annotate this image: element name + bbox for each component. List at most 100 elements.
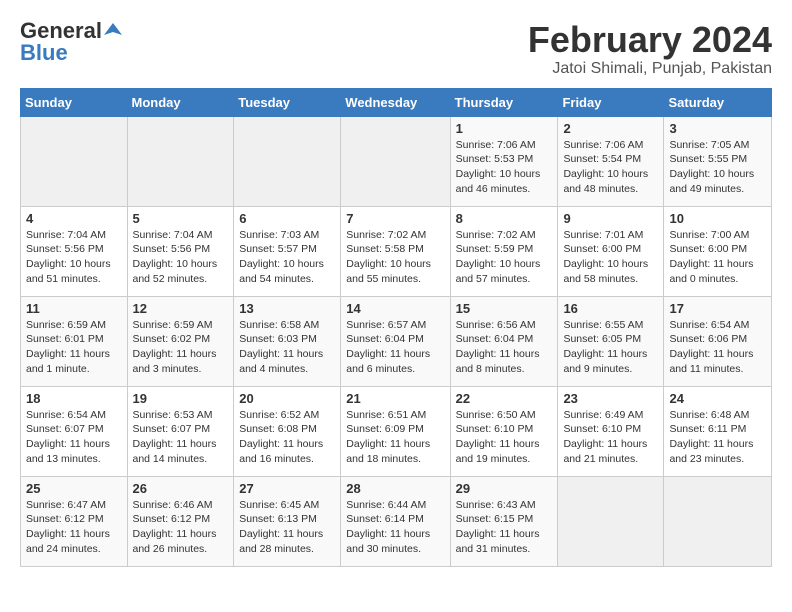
calendar-cell: 18 Sunrise: 6:54 AM Sunset: 6:07 PM Dayli… [21, 386, 128, 476]
calendar-cell [127, 116, 234, 206]
logo-general-text: General [20, 20, 102, 42]
day-info: Sunrise: 7:06 AM Sunset: 5:53 PM Dayligh… [456, 138, 553, 197]
day-info: Sunrise: 6:54 AM Sunset: 6:07 PM Dayligh… [26, 408, 122, 467]
calendar-cell: 9Sunrise: 7:01 AM Sunset: 6:00 PM Daylig… [558, 206, 664, 296]
calendar-week-row: 25 Sunrise: 6:47 AM Sunset: 6:12 PM Dayli… [21, 476, 772, 566]
calendar-cell: 21Sunrise: 6:51 AM Sunset: 6:09 PM Dayli… [341, 386, 450, 476]
day-info: Sunrise: 6:45 AM Sunset: 6:13 PM Dayligh… [239, 498, 335, 557]
day-info: Sunrise: 6:58 AM Sunset: 6:03 PM Dayligh… [239, 318, 335, 377]
day-number: 15 [456, 301, 553, 316]
day-info: Sunrise: 6:49 AM Sunset: 6:10 PM Dayligh… [563, 408, 658, 467]
day-info: Sunrise: 6:47 AM Sunset: 6:12 PM Dayligh… [26, 498, 122, 557]
day-number: 2 [563, 121, 658, 136]
logo: General Blue [20, 20, 122, 64]
calendar-cell: 20Sunrise: 6:52 AM Sunset: 6:08 PM Dayli… [234, 386, 341, 476]
calendar-cell [341, 116, 450, 206]
day-info: Sunrise: 7:04 AM Sunset: 5:56 PM Dayligh… [26, 228, 122, 287]
day-number: 13 [239, 301, 335, 316]
day-number: 18 [26, 391, 122, 406]
calendar-cell: 29Sunrise: 6:43 AM Sunset: 6:15 PM Dayli… [450, 476, 558, 566]
calendar-cell [664, 476, 772, 566]
day-number: 22 [456, 391, 553, 406]
page-header: General Blue February 2024 Jatoi Shimali… [20, 20, 772, 78]
title-section: February 2024 Jatoi Shimali, Punjab, Pak… [528, 20, 772, 78]
day-number: 28 [346, 481, 444, 496]
day-info: Sunrise: 6:46 AM Sunset: 6:12 PM Dayligh… [133, 498, 229, 557]
calendar-cell: 12Sunrise: 6:59 AM Sunset: 6:02 PM Dayli… [127, 296, 234, 386]
calendar-cell: 28 Sunrise: 6:44 AM Sunset: 6:14 PM Dayli… [341, 476, 450, 566]
calendar-cell: 23Sunrise: 6:49 AM Sunset: 6:10 PM Dayli… [558, 386, 664, 476]
day-number: 12 [133, 301, 229, 316]
logo-bird-icon [104, 21, 122, 39]
day-info: Sunrise: 6:59 AM Sunset: 6:01 PM Dayligh… [26, 318, 122, 377]
day-info: Sunrise: 7:04 AM Sunset: 5:56 PM Dayligh… [133, 228, 229, 287]
calendar-table: SundayMondayTuesdayWednesdayThursdayFrid… [20, 88, 772, 567]
day-info: Sunrise: 6:53 AM Sunset: 6:07 PM Dayligh… [133, 408, 229, 467]
calendar-cell [558, 476, 664, 566]
calendar-cell: 7 Sunrise: 7:02 AM Sunset: 5:58 PM Daylig… [341, 206, 450, 296]
calendar-cell: 13 Sunrise: 6:58 AM Sunset: 6:03 PM Dayli… [234, 296, 341, 386]
day-info: Sunrise: 7:03 AM Sunset: 5:57 PM Dayligh… [239, 228, 335, 287]
day-number: 14 [346, 301, 444, 316]
day-number: 25 [26, 481, 122, 496]
calendar-cell: 3 Sunrise: 7:05 AM Sunset: 5:55 PM Daylig… [664, 116, 772, 206]
calendar-cell: 4 Sunrise: 7:04 AM Sunset: 5:56 PM Daylig… [21, 206, 128, 296]
day-info: Sunrise: 6:44 AM Sunset: 6:14 PM Dayligh… [346, 498, 444, 557]
weekday-header-friday: Friday [558, 88, 664, 116]
day-info: Sunrise: 6:48 AM Sunset: 6:11 PM Dayligh… [669, 408, 766, 467]
calendar-cell: 2 Sunrise: 7:06 AM Sunset: 5:54 PM Daylig… [558, 116, 664, 206]
day-number: 8 [456, 211, 553, 226]
calendar-cell: 24 Sunrise: 6:48 AM Sunset: 6:11 PM Dayli… [664, 386, 772, 476]
calendar-cell: 26 Sunrise: 6:46 AM Sunset: 6:12 PM Dayli… [127, 476, 234, 566]
day-number: 19 [133, 391, 229, 406]
day-number: 21 [346, 391, 444, 406]
weekday-header-sunday: Sunday [21, 88, 128, 116]
day-number: 3 [669, 121, 766, 136]
calendar-cell: 8 Sunrise: 7:02 AM Sunset: 5:59 PM Daylig… [450, 206, 558, 296]
day-number: 24 [669, 391, 766, 406]
day-number: 16 [563, 301, 658, 316]
calendar-week-row: 11Sunrise: 6:59 AM Sunset: 6:01 PM Dayli… [21, 296, 772, 386]
calendar-cell: 1 Sunrise: 7:06 AM Sunset: 5:53 PM Daylig… [450, 116, 558, 206]
calendar-cell: 19 Sunrise: 6:53 AM Sunset: 6:07 PM Dayli… [127, 386, 234, 476]
day-info: Sunrise: 6:57 AM Sunset: 6:04 PM Dayligh… [346, 318, 444, 377]
day-number: 6 [239, 211, 335, 226]
day-number: 1 [456, 121, 553, 136]
day-info: Sunrise: 6:52 AM Sunset: 6:08 PM Dayligh… [239, 408, 335, 467]
day-info: Sunrise: 7:02 AM Sunset: 5:58 PM Dayligh… [346, 228, 444, 287]
calendar-cell [234, 116, 341, 206]
day-number: 7 [346, 211, 444, 226]
calendar-cell: 10 Sunrise: 7:00 AM Sunset: 6:00 PM Dayli… [664, 206, 772, 296]
day-info: Sunrise: 6:55 AM Sunset: 6:05 PM Dayligh… [563, 318, 658, 377]
day-info: Sunrise: 7:01 AM Sunset: 6:00 PM Dayligh… [563, 228, 658, 287]
day-info: Sunrise: 7:05 AM Sunset: 5:55 PM Dayligh… [669, 138, 766, 197]
calendar-week-row: 18 Sunrise: 6:54 AM Sunset: 6:07 PM Dayli… [21, 386, 772, 476]
day-info: Sunrise: 7:02 AM Sunset: 5:59 PM Dayligh… [456, 228, 553, 287]
calendar-cell: 22 Sunrise: 6:50 AM Sunset: 6:10 PM Dayli… [450, 386, 558, 476]
calendar-cell: 11Sunrise: 6:59 AM Sunset: 6:01 PM Dayli… [21, 296, 128, 386]
weekday-header-monday: Monday [127, 88, 234, 116]
calendar-cell: 5 Sunrise: 7:04 AM Sunset: 5:56 PM Daylig… [127, 206, 234, 296]
day-number: 10 [669, 211, 766, 226]
calendar-cell: 16 Sunrise: 6:55 AM Sunset: 6:05 PM Dayli… [558, 296, 664, 386]
day-info: Sunrise: 6:54 AM Sunset: 6:06 PM Dayligh… [669, 318, 766, 377]
calendar-cell: 14 Sunrise: 6:57 AM Sunset: 6:04 PM Dayli… [341, 296, 450, 386]
weekday-header-thursday: Thursday [450, 88, 558, 116]
calendar-cell: 17 Sunrise: 6:54 AM Sunset: 6:06 PM Dayli… [664, 296, 772, 386]
day-number: 5 [133, 211, 229, 226]
day-number: 26 [133, 481, 229, 496]
day-info: Sunrise: 7:00 AM Sunset: 6:00 PM Dayligh… [669, 228, 766, 287]
day-number: 27 [239, 481, 335, 496]
calendar-cell: 25 Sunrise: 6:47 AM Sunset: 6:12 PM Dayli… [21, 476, 128, 566]
day-number: 29 [456, 481, 553, 496]
location-subtitle: Jatoi Shimali, Punjab, Pakistan [528, 60, 772, 78]
day-number: 17 [669, 301, 766, 316]
calendar-week-row: 4 Sunrise: 7:04 AM Sunset: 5:56 PM Daylig… [21, 206, 772, 296]
day-info: Sunrise: 7:06 AM Sunset: 5:54 PM Dayligh… [563, 138, 658, 197]
weekday-header-wednesday: Wednesday [341, 88, 450, 116]
day-info: Sunrise: 6:50 AM Sunset: 6:10 PM Dayligh… [456, 408, 553, 467]
day-number: 4 [26, 211, 122, 226]
weekday-header-saturday: Saturday [664, 88, 772, 116]
calendar-week-row: 1 Sunrise: 7:06 AM Sunset: 5:53 PM Daylig… [21, 116, 772, 206]
day-info: Sunrise: 6:56 AM Sunset: 6:04 PM Dayligh… [456, 318, 553, 377]
